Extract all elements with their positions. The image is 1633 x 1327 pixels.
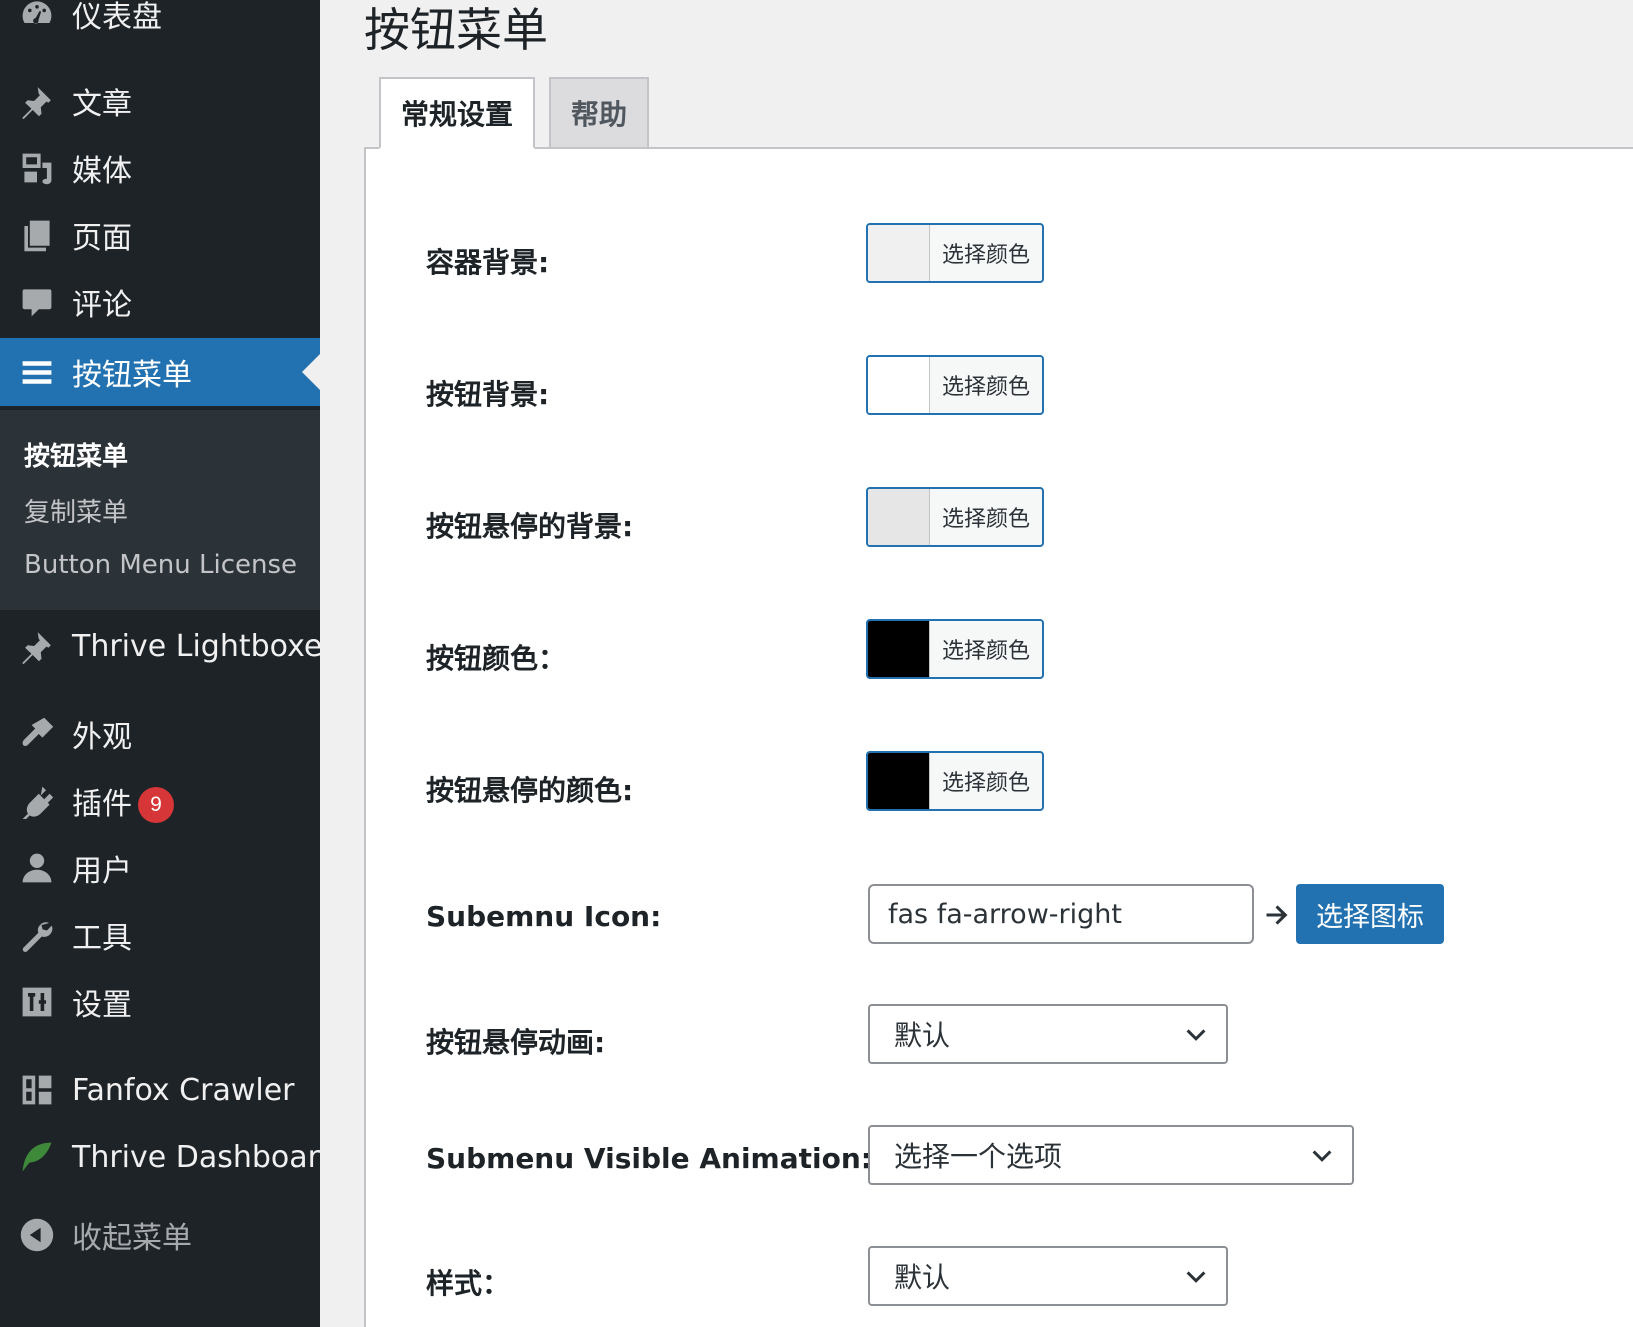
button-hover-bg-label: 按钮悬停的背景: (426, 510, 634, 543)
submenu-item-button-menu[interactable]: 按钮菜单 (24, 436, 128, 473)
sidebar-item-label: 仪表盘 (72, 0, 162, 35)
tab-help[interactable]: 帮助 (549, 77, 649, 149)
sidebar-submenu: 按钮菜单 复制菜单 Button Menu License (0, 410, 320, 610)
sidebar-item-thrive-lightboxes[interactable]: Thrive Lightboxes (0, 612, 338, 680)
page-title: 按钮菜单 (364, 3, 548, 57)
leaf-icon (18, 1138, 56, 1176)
submenu-icon-label: Subemnu Icon: (426, 900, 662, 933)
color-swatch (868, 489, 930, 545)
dashboard-icon (18, 0, 56, 33)
sidebar-item-settings[interactable]: 设置 (0, 968, 320, 1036)
sidebar-item-label: 媒体 (72, 154, 132, 189)
sidebar-item-label: 用户 (72, 854, 132, 889)
sidebar-item-users[interactable]: 用户 (0, 834, 320, 902)
sidebar-item-tools[interactable]: 工具 (0, 901, 320, 969)
sidebar-item-label: 文章 (72, 87, 132, 122)
plugin-icon (18, 782, 56, 820)
submenu-icon-input[interactable]: fas fa-arrow-right (868, 884, 1254, 944)
media-icon (18, 149, 56, 187)
settings-icon (18, 983, 56, 1021)
sidebar-item-fanfox-crawler[interactable]: Fanfox Crawler (0, 1056, 320, 1124)
sidebar-item-pages[interactable]: 页面 (0, 201, 320, 269)
sidebar-item-label: 插件 9 (72, 779, 174, 824)
select-value: 默认 (894, 1019, 951, 1052)
button-bg-label: 按钮背景: (426, 378, 550, 411)
select-value: 默认 (894, 1261, 951, 1294)
pin-icon (18, 627, 56, 665)
brush-icon (18, 715, 56, 753)
sidebar-item-media[interactable]: 媒体 (0, 134, 320, 202)
submenu-visible-animation-select[interactable]: 选择一个选项 (868, 1125, 1354, 1185)
grid-icon (18, 1071, 56, 1109)
style-select[interactable]: 默认 (868, 1246, 1228, 1306)
update-count-badge: 9 (138, 787, 174, 824)
tab-general-settings[interactable]: 常规设置 (379, 77, 535, 149)
color-swatch (868, 621, 930, 677)
sidebar-item-dashboard[interactable]: 仪表盘 (0, 0, 320, 48)
wrench-icon (18, 916, 56, 954)
select-color-label: 选择颜色 (941, 507, 1030, 532)
select-icon-button[interactable]: 选择图标 (1296, 884, 1444, 944)
sidebar-item-label: 评论 (72, 288, 132, 323)
sidebar-item-label: 按钮菜单 (72, 358, 192, 393)
page-icon (18, 216, 56, 254)
sidebar-item-label: Fanfox Crawler (72, 1072, 295, 1108)
button-hover-bg-color-button[interactable]: 选择颜色 (866, 487, 1044, 547)
sidebar-item-label: 工具 (72, 921, 132, 956)
hover-animation-select[interactable]: 默认 (868, 1004, 1228, 1064)
color-swatch (868, 357, 930, 413)
sidebar-item-posts[interactable]: 文章 (0, 67, 320, 135)
select-color-label: 选择颜色 (941, 639, 1030, 664)
chevron-down-icon (1186, 1271, 1206, 1283)
sidebar-item-plugins[interactable]: 插件 9 (0, 767, 320, 835)
select-color-label: 选择颜色 (941, 243, 1030, 268)
submenu-visible-animation-label: Submenu Visible Animation: (426, 1142, 872, 1175)
comment-icon (18, 283, 56, 321)
button-color-button[interactable]: 选择颜色 (866, 619, 1044, 679)
button-bg-color-button[interactable]: 选择颜色 (866, 355, 1044, 415)
chevron-down-icon (1186, 1029, 1206, 1041)
sidebar-item-label: Thrive Lightboxes (72, 628, 339, 664)
chevron-down-icon (1312, 1150, 1332, 1162)
collapse-menu-button[interactable]: 收起菜单 (0, 1201, 320, 1269)
sidebar-item-appearance[interactable]: 外观 (0, 700, 320, 768)
user-icon (18, 849, 56, 887)
plugins-label: 插件 (72, 786, 132, 822)
select-color-label: 选择颜色 (941, 375, 1030, 400)
admin-sidebar: 仪表盘 文章 媒体 页面 评论 按钮菜单 按钮菜单 复制菜单 Button Me… (0, 0, 339, 1327)
container-bg-color-button[interactable]: 选择颜色 (866, 223, 1044, 283)
color-swatch (868, 225, 930, 281)
style-label: 样式： (426, 1267, 511, 1300)
sidebar-item-label: 设置 (72, 988, 132, 1023)
submenu-item-license[interactable]: Button Menu License (24, 550, 297, 580)
color-swatch (868, 753, 930, 809)
submenu-item-copy-menu[interactable]: 复制菜单 (24, 492, 128, 529)
sidebar-item-label: 收起菜单 (72, 1221, 192, 1256)
arrow-right-icon (1266, 905, 1288, 925)
hover-animation-label: 按钮悬停动画: (426, 1026, 606, 1059)
select-color-label: 选择颜色 (941, 771, 1030, 796)
button-hover-color-button[interactable]: 选择颜色 (866, 751, 1044, 811)
sidebar-item-thrive-dashboard[interactable]: Thrive Dashboard (0, 1123, 339, 1191)
collapse-icon (18, 1216, 56, 1254)
select-value: 选择一个选项 (894, 1140, 1063, 1173)
sidebar-item-label: Thrive Dashboard (72, 1139, 339, 1175)
sidebar-item-label: 页面 (72, 221, 132, 256)
button-color-label: 按钮颜色： (426, 642, 567, 675)
container-bg-label: 容器背景: (426, 246, 550, 279)
button-hover-color-label: 按钮悬停的颜色: (426, 774, 634, 807)
sidebar-item-comments[interactable]: 评论 (0, 268, 320, 336)
sidebar-item-button-menu[interactable]: 按钮菜单 (0, 338, 320, 406)
menu-lines-icon (18, 353, 56, 391)
pin-icon (18, 82, 56, 120)
sidebar-item-label: 外观 (72, 720, 132, 755)
